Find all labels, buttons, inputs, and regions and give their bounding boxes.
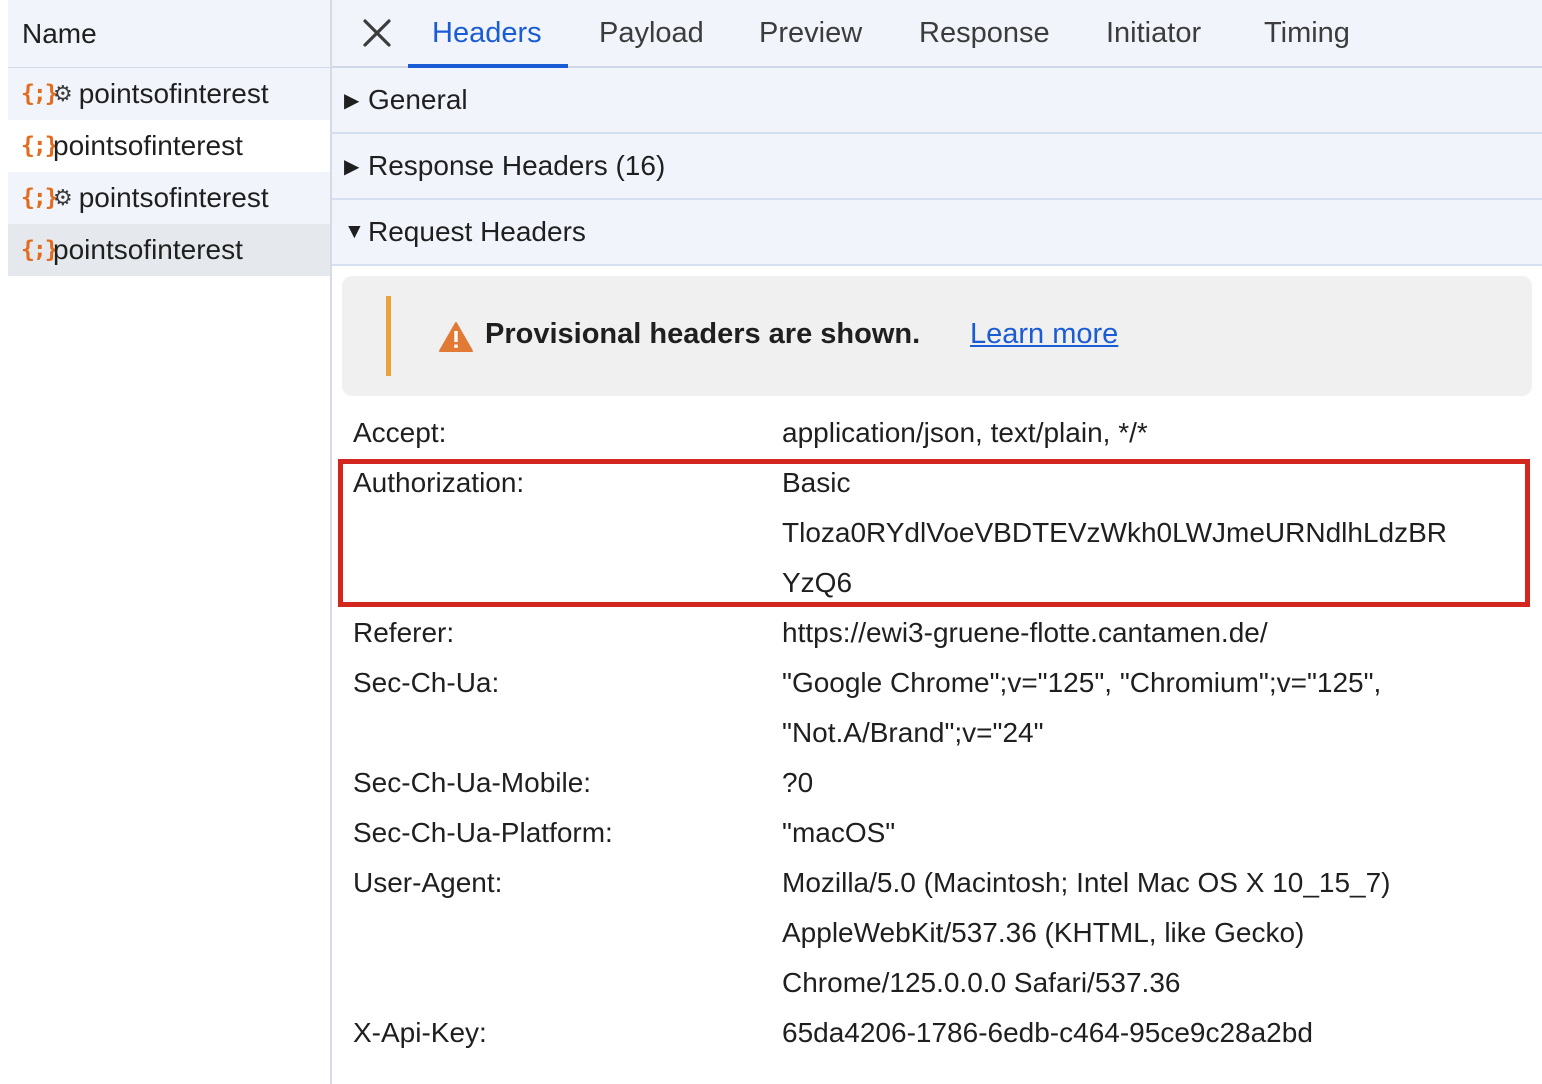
request-row[interactable]: {;} ⚙ pointsofinterest — [8, 68, 330, 120]
header-name: X-Api-Key: — [353, 1017, 487, 1048]
header-name: User-Agent: — [353, 867, 503, 898]
json-file-icon: {;} — [21, 81, 59, 107]
header-value-line: Tloza0RYdlVoeVBDTEVzWkh0LWJmeURNdlhLdzBR — [782, 517, 1447, 548]
header-value-line: 65da4206-1786-6edb-c464-95ce9c28a2bd — [782, 1017, 1313, 1048]
header-row-x-api-key: X-Api-Key: 65da4206-1786-6edb-c464-95ce9… — [332, 1008, 1542, 1058]
header-name: Accept: — [353, 417, 447, 448]
header-row-sec-ch-ua-platform: Sec-Ch-Ua-Platform: "macOS" — [332, 808, 1542, 858]
header-row-accept: Accept: application/json, text/plain, */… — [332, 408, 1542, 458]
name-column-header[interactable]: Name — [8, 0, 330, 68]
request-detail-pane: Headers Payload Preview Response Initiat… — [332, 0, 1542, 1084]
section-title: Request Headers — [368, 216, 586, 247]
request-name: pointsofinterest — [78, 78, 269, 109]
tab-headers[interactable]: Headers — [408, 0, 568, 68]
header-row-user-agent: User-Agent: Mozilla/5.0 (Macintosh; Inte… — [332, 858, 1542, 1008]
tab-timing[interactable]: Timing — [1264, 0, 1350, 68]
header-row-sec-ch-ua-mobile: Sec-Ch-Ua-Mobile: ?0 — [332, 758, 1542, 808]
request-row-selected[interactable]: {;} pointsofinterest — [8, 224, 330, 276]
network-request-list: Name {;} ⚙ pointsofinterest {;} pointsof… — [8, 0, 330, 1084]
header-value[interactable]: 65da4206-1786-6edb-c464-95ce9c28a2bd — [782, 1008, 1528, 1058]
header-name: Sec-Ch-Ua: — [353, 667, 500, 698]
request-row[interactable]: {;} pointsofinterest — [8, 120, 330, 172]
header-name: Sec-Ch-Ua-Mobile: — [353, 767, 592, 798]
learn-more-link[interactable]: Learn more — [970, 318, 1118, 351]
tab-response[interactable]: Response — [919, 0, 1050, 68]
request-name: pointsofinterest — [78, 182, 269, 213]
json-file-icon: {;} — [21, 133, 59, 159]
request-name: pointsofinterest — [53, 130, 243, 161]
header-value-line: Basic — [782, 467, 851, 498]
header-row-authorization: Authorization: Basic Tloza0RYdlVoeVBDTEV… — [332, 458, 1542, 608]
header-value-line: AppleWebKit/537.36 (KHTML, like Gecko) — [782, 917, 1305, 948]
header-value-line: Chrome/125.0.0.0 Safari/537.36 — [782, 967, 1181, 998]
request-row[interactable]: {;} ⚙ pointsofinterest — [8, 172, 330, 224]
header-value[interactable]: "macOS" — [782, 808, 1528, 858]
request-headers-list: Accept: application/json, text/plain, */… — [332, 408, 1542, 1058]
header-name: Authorization: — [353, 467, 525, 498]
detail-tab-bar: Headers Payload Preview Response Initiat… — [332, 0, 1542, 68]
notice-accent-bar — [386, 296, 391, 376]
header-value-line: "Not.A/Brand";v="24" — [782, 717, 1044, 748]
triangle-down-icon: ▼ — [344, 220, 365, 243]
triangle-right-icon: ▶ — [344, 155, 360, 178]
close-icon[interactable] — [360, 14, 394, 52]
header-value-line: Mozilla/5.0 (Macintosh; Intel Mac OS X 1… — [782, 867, 1391, 898]
header-value[interactable]: Basic Tloza0RYdlVoeVBDTEVzWkh0LWJmeURNdl… — [782, 458, 1528, 608]
header-row-sec-ch-ua: Sec-Ch-Ua: "Google Chrome";v="125", "Chr… — [332, 658, 1542, 758]
json-file-icon: {;} — [21, 237, 59, 263]
tab-payload[interactable]: Payload — [599, 0, 704, 68]
header-value[interactable]: application/json, text/plain, */* — [782, 408, 1528, 458]
header-value-line: ?0 — [782, 767, 814, 798]
tab-preview[interactable]: Preview — [759, 0, 862, 68]
notice-text: Provisional headers are shown. — [485, 318, 921, 350]
tab-initiator[interactable]: Initiator — [1106, 0, 1201, 68]
gear-icon: ⚙ — [53, 81, 73, 106]
header-value[interactable]: Mozilla/5.0 (Macintosh; Intel Mac OS X 1… — [782, 858, 1528, 1008]
header-value[interactable]: ?0 — [782, 758, 1528, 808]
provisional-headers-notice: Provisional headers are shown. Learn mor… — [342, 276, 1532, 396]
section-title: General — [368, 84, 468, 115]
header-value-line: https://ewi3-gruene-flotte.cantamen.de/ — [782, 617, 1268, 648]
name-column-header-label: Name — [22, 17, 97, 49]
general-section-toggle[interactable]: ▶ General — [332, 68, 1542, 134]
gear-icon: ⚙ — [53, 185, 73, 210]
warning-icon — [439, 322, 473, 352]
header-name: Referer: — [353, 617, 455, 648]
section-title: Response Headers (16) — [368, 150, 666, 181]
header-value-line: application/json, text/plain, */* — [782, 417, 1148, 448]
header-value-line: "Google Chrome";v="125", "Chromium";v="1… — [782, 667, 1382, 698]
header-value[interactable]: "Google Chrome";v="125", "Chromium";v="1… — [782, 658, 1528, 758]
header-value-line: YzQ6 — [782, 567, 853, 598]
request-name: pointsofinterest — [53, 234, 243, 265]
response-headers-section-toggle[interactable]: ▶ Response Headers (16) — [332, 134, 1542, 200]
json-file-icon: {;} — [21, 185, 59, 211]
request-headers-section-toggle[interactable]: ▼ Request Headers — [332, 200, 1542, 266]
header-value[interactable]: https://ewi3-gruene-flotte.cantamen.de/ — [782, 608, 1528, 658]
header-row-referer: Referer: https://ewi3-gruene-flotte.cant… — [332, 608, 1542, 658]
header-name: Sec-Ch-Ua-Platform: — [353, 817, 613, 848]
triangle-right-icon: ▶ — [344, 89, 360, 112]
header-value-line: "macOS" — [782, 817, 896, 848]
